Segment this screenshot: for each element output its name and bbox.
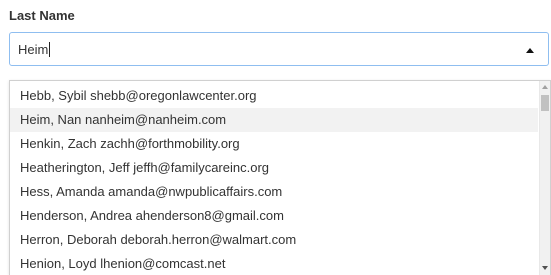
suggestion-item[interactable]: Henderson, Andrea ahenderson8@gmail.com	[10, 204, 538, 228]
scroll-up-arrow-icon[interactable]	[542, 85, 548, 89]
suggestion-list: Hebb, Sybil shebb@oregonlawcenter.org He…	[10, 84, 538, 275]
autocomplete-dropdown[interactable]: Hebb, Sybil shebb@oregonlawcenter.org He…	[9, 80, 551, 275]
suggestion-item-highlighted[interactable]: Heim, Nan nanheim@nanheim.com	[10, 108, 538, 132]
suggestion-item[interactable]: Henion, Loyd lhenion@comcast.net	[10, 252, 538, 275]
dropdown-scrollbar[interactable]	[539, 81, 550, 275]
suggestion-item[interactable]: Herron, Deborah deborah.herron@walmart.c…	[10, 228, 538, 252]
input-value-text: Heim	[18, 42, 49, 57]
suggestion-item[interactable]: Hess, Amanda amanda@nwpublicaffairs.com	[10, 180, 538, 204]
scroll-down-arrow-icon[interactable]	[542, 266, 548, 270]
last-name-label: Last Name	[9, 8, 75, 23]
last-name-input[interactable]: Heim	[9, 32, 549, 66]
suggestion-item[interactable]: Henkin, Zach zachh@forthmobility.org	[10, 132, 538, 156]
triangle-up-icon[interactable]	[526, 48, 534, 53]
scrollbar-thumb[interactable]	[541, 95, 549, 111]
text-caret	[49, 42, 51, 57]
suggestion-item[interactable]: Hebb, Sybil shebb@oregonlawcenter.org	[10, 84, 538, 108]
suggestion-item[interactable]: Heatherington, Jeff jeffh@familycareinc.…	[10, 156, 538, 180]
last-name-input-value: Heim	[18, 42, 51, 57]
